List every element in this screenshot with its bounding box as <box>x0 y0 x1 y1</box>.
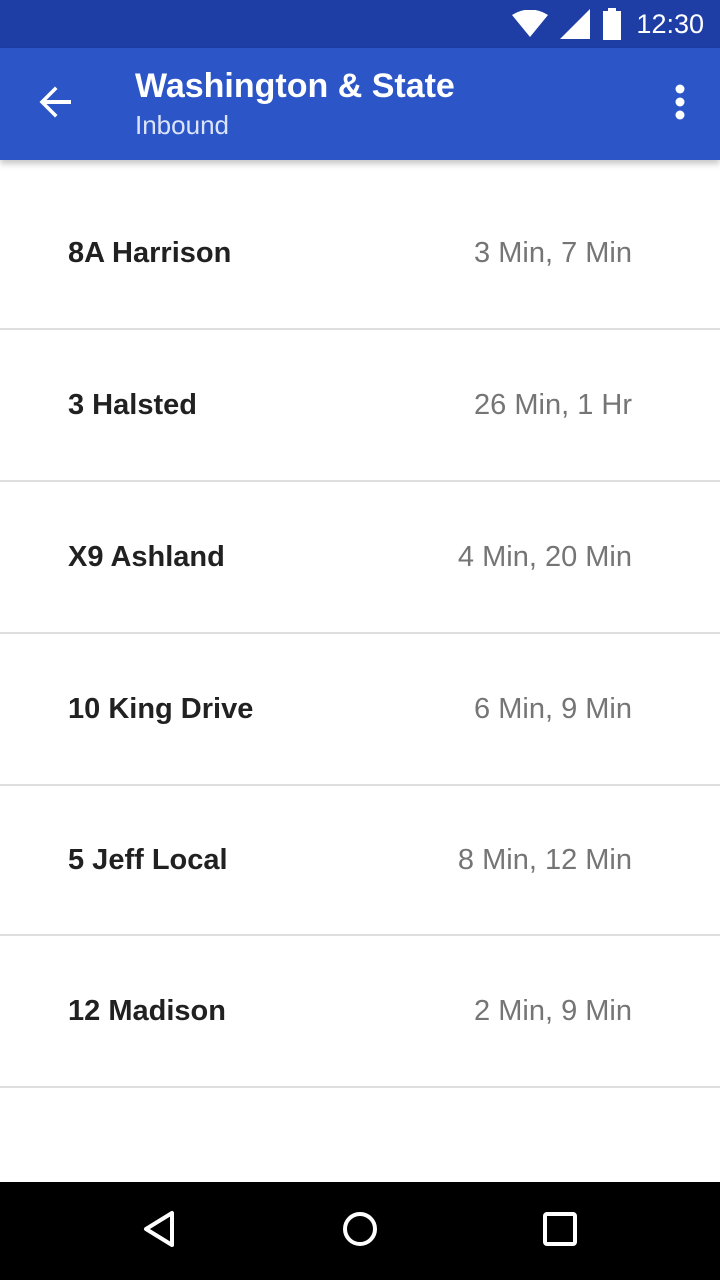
arrival-times: 8 Min, 12 Min <box>457 843 632 876</box>
route-name: 3 Halsted <box>68 388 197 421</box>
list-item[interactable]: 8A Harrison 3 Min, 7 Min <box>0 178 720 330</box>
cell-signal-icon <box>560 9 591 39</box>
wifi-icon <box>512 10 549 38</box>
list-item[interactable]: X9 Ashland 4 Min, 20 Min <box>0 482 720 634</box>
route-name: X9 Ashland <box>68 540 225 573</box>
nav-back-button[interactable] <box>120 1191 200 1271</box>
nav-recents-button[interactable] <box>520 1191 600 1271</box>
battery-icon <box>602 8 622 40</box>
page-title: Washington & State <box>135 67 455 105</box>
arrival-times: 2 Min, 9 Min <box>474 994 632 1027</box>
back-triangle-icon <box>140 1209 180 1254</box>
route-list: 8A Harrison 3 Min, 7 Min 3 Halsted 26 Mi… <box>0 178 720 1088</box>
arrow-back-icon <box>38 84 74 125</box>
list-item[interactable]: 3 Halsted 26 Min, 1 Hr <box>0 330 720 482</box>
system-nav-bar <box>0 1182 720 1280</box>
arrival-times: 6 Min, 9 Min <box>474 692 632 725</box>
screen: 12:30 Washington & State Inbound 8A Harr… <box>0 0 720 1280</box>
arrival-times: 26 Min, 1 Hr <box>474 388 632 421</box>
app-bar: Washington & State Inbound <box>0 48 720 160</box>
list-item[interactable]: 5 Jeff Local 8 Min, 12 Min <box>0 786 720 936</box>
status-bar: 12:30 <box>0 0 720 48</box>
status-time: 12:30 <box>636 8 704 39</box>
route-name: 8A Harrison <box>68 236 232 269</box>
nav-home-button[interactable] <box>320 1191 400 1271</box>
route-name: 10 King Drive <box>68 692 254 725</box>
arrival-times: 4 Min, 20 Min <box>457 540 632 573</box>
list-item[interactable]: 12 Madison 2 Min, 9 Min <box>0 936 720 1088</box>
page-subtitle: Inbound <box>135 110 229 140</box>
route-name: 5 Jeff Local <box>68 843 228 876</box>
arrival-times: 3 Min, 7 Min <box>474 236 632 269</box>
back-button[interactable] <box>24 72 88 136</box>
recents-square-icon <box>540 1209 580 1254</box>
title-block: Washington & State Inbound <box>135 66 455 142</box>
overflow-menu-button[interactable] <box>660 72 700 136</box>
home-circle-icon <box>340 1209 380 1254</box>
more-vert-icon <box>674 84 686 125</box>
route-name: 12 Madison <box>68 994 226 1027</box>
list-item[interactable]: 10 King Drive 6 Min, 9 Min <box>0 634 720 786</box>
